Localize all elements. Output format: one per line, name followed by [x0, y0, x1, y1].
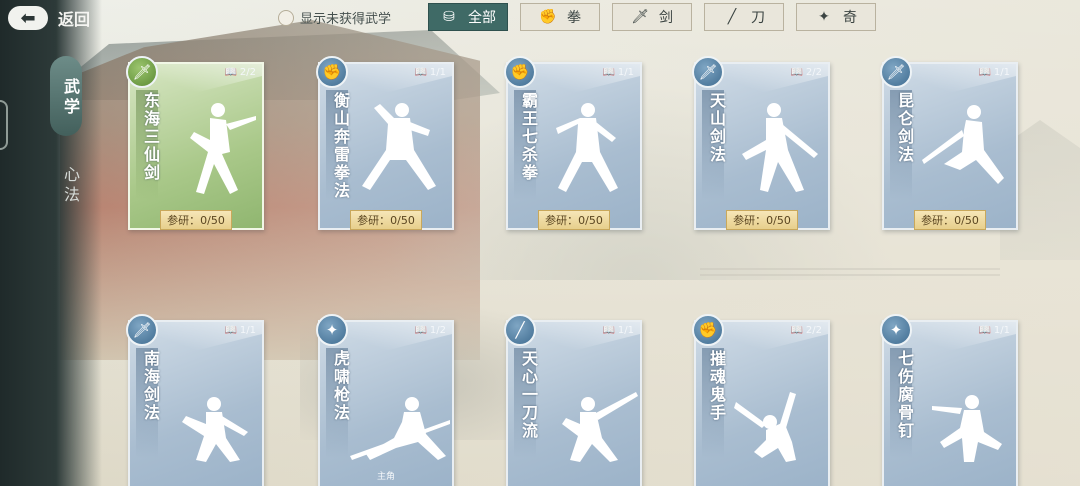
filter-sword[interactable]: 🗡 剑	[612, 3, 692, 31]
skill-name: 霸王七杀拳	[519, 92, 538, 182]
martial-artist-figure	[160, 352, 260, 462]
skill-count: 📖 1/1	[978, 67, 1010, 78]
skill-card[interactable]: ✊ 📖 1/1 衡山奔雷拳法 参研：0/50	[316, 56, 454, 230]
book-icon: 📖	[978, 325, 991, 336]
filter-label: 拳	[567, 10, 581, 26]
research-progress: 参研：0/50	[350, 210, 422, 230]
filter-fist[interactable]: ✊ 拳	[520, 3, 600, 31]
skill-card[interactable]: 🗡 📖 2/2 东海三仙剑 参研：0/50	[126, 56, 264, 230]
sword-icon: 🗡	[631, 9, 649, 25]
research-progress: 参研：0/50	[914, 210, 986, 230]
martial-artist-figure	[538, 94, 638, 204]
skill-name: 虎啸枪法	[331, 350, 350, 422]
skill-card[interactable]: ✦ 📖 1/2 虎啸枪法 主角	[316, 314, 454, 486]
skill-card[interactable]: ✦ 📖 1/1 七伤腐骨钉	[880, 314, 1018, 486]
sidebar-tab-label: 心法	[61, 166, 80, 206]
filter-tabs: ⛁ 全部 ✊ 拳 🗡 剑 ╱ 刀 ✦ 奇	[428, 3, 876, 31]
book-icon: 📖	[978, 67, 991, 78]
book-icon: 📖	[414, 325, 427, 336]
bag-icon: ⛁	[443, 9, 455, 25]
filter-label: 剑	[659, 10, 673, 26]
fist-icon: ✊	[504, 56, 536, 88]
sword-icon: 🗡	[126, 56, 158, 88]
skill-name: 天山剑法	[707, 92, 726, 164]
fist-icon: ✊	[539, 9, 557, 25]
sidebar-tab-label: 武学	[61, 78, 80, 118]
protagonist-tag: 主角	[376, 472, 395, 482]
skill-name: 七伤腐骨钉	[895, 350, 914, 440]
research-progress: 参研：0/50	[160, 210, 232, 230]
skill-card[interactable]: 🗡 📖 1/1 昆仑剑法 参研：0/50	[880, 56, 1018, 230]
show-unobtained-toggle[interactable]: 显示未获得武学	[278, 8, 391, 27]
martial-artist-figure	[350, 94, 450, 204]
shuriken-icon: ✦	[316, 314, 348, 346]
skill-card[interactable]: ╱ 📖 1/1 天心一刀流	[504, 314, 642, 486]
martial-artist-figure	[350, 352, 450, 462]
skill-card[interactable]: 🗡 📖 1/1 南海剑法	[126, 314, 264, 486]
skill-count: 📖 1/1	[224, 325, 256, 336]
sword-icon: 🗡	[692, 56, 724, 88]
skill-count: 📖 1/2	[414, 325, 446, 336]
fist-icon: ✊	[316, 56, 348, 88]
skill-name: 衡山奔雷拳法	[331, 92, 350, 200]
martial-artist-figure	[914, 352, 1014, 462]
skill-name: 昆仑剑法	[895, 92, 914, 164]
skill-count: 📖 1/1	[602, 325, 634, 336]
skill-count: 📖 2/2	[790, 325, 822, 336]
filter-all[interactable]: ⛁ 全部	[428, 3, 508, 31]
fist-icon: ✊	[692, 314, 724, 346]
sidebar-tab-martial-arts[interactable]: 武学	[50, 56, 82, 136]
skill-name: 天心一刀流	[519, 350, 538, 440]
book-icon: 📖	[224, 67, 237, 78]
filter-label: 刀	[751, 10, 765, 26]
skill-name: 摧魂鬼手	[707, 350, 726, 422]
back-label[interactable]: 返回	[58, 6, 90, 30]
martial-artist-figure	[538, 352, 638, 462]
show-unobtained-label: 显示未获得武学	[300, 12, 392, 27]
research-progress: 参研：0/50	[538, 210, 610, 230]
book-icon: 📖	[790, 67, 803, 78]
skill-count: 📖 1/1	[602, 67, 634, 78]
back-arrow-icon[interactable]: ⬅	[8, 6, 48, 30]
sword-icon: 🗡	[126, 314, 158, 346]
martial-artist-figure	[914, 94, 1014, 204]
filter-label: 全部	[468, 10, 496, 26]
sword-icon: 🗡	[880, 56, 912, 88]
martial-artist-figure	[726, 94, 826, 204]
skill-name: 南海剑法	[141, 350, 160, 422]
blade-icon: ╱	[727, 9, 737, 25]
sidebar-tab-inner-skills[interactable]: 心法	[50, 166, 82, 206]
skill-count: 📖 2/2	[224, 67, 256, 78]
book-icon: 📖	[224, 325, 237, 336]
research-progress: 参研：0/50	[726, 210, 798, 230]
skill-count: 📖 1/1	[414, 67, 446, 78]
book-icon: 📖	[602, 67, 615, 78]
book-icon: 📖	[602, 325, 615, 336]
skill-card[interactable]: 🗡 📖 2/2 天山剑法 参研：0/50	[692, 56, 830, 230]
skill-count: 📖 1/1	[978, 325, 1010, 336]
sidebar-handle[interactable]	[0, 100, 8, 150]
shuriken-icon: ✦	[818, 9, 830, 25]
back-button[interactable]: ⬅ 返回	[8, 4, 90, 32]
sidebar: 武学 心法	[0, 0, 102, 486]
skill-card[interactable]: ✊ 📖 1/1 霸王七杀拳 参研：0/50	[504, 56, 642, 230]
skill-name: 东海三仙剑	[141, 92, 160, 182]
book-icon: 📖	[790, 325, 803, 336]
filter-label: 奇	[843, 10, 857, 26]
skill-count: 📖 2/2	[790, 67, 822, 78]
filter-odd[interactable]: ✦ 奇	[796, 3, 876, 31]
show-unobtained-checkbox[interactable]	[278, 9, 294, 26]
martial-artist-figure	[726, 352, 826, 462]
filter-blade[interactable]: ╱ 刀	[704, 3, 784, 31]
martial-artist-figure	[160, 94, 260, 204]
skill-card[interactable]: ✊ 📖 2/2 摧魂鬼手	[692, 314, 830, 486]
blade-icon: ╱	[504, 314, 536, 346]
shuriken-icon: ✦	[880, 314, 912, 346]
book-icon: 📖	[414, 67, 427, 78]
